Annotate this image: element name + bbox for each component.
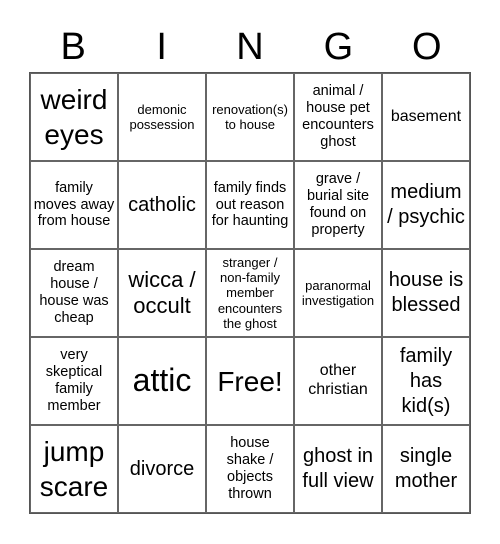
bingo-cell[interactable]: house is blessed <box>382 249 470 337</box>
bingo-cell[interactable]: medium / psychic <box>382 161 470 249</box>
bingo-cell[interactable]: dream house / house was cheap <box>30 249 118 337</box>
header-letter-g: G <box>323 26 354 68</box>
bingo-cell[interactable]: renovation(s) to house <box>206 73 294 161</box>
bingo-cell[interactable]: wicca / occult <box>118 249 206 337</box>
bingo-cell[interactable]: animal / house pet encounters ghost <box>294 73 382 161</box>
header-letter-o: O <box>412 26 442 68</box>
bingo-card: weird eyes demonic possession renovation… <box>29 72 471 514</box>
bingo-cell[interactable]: grave / burial site found on property <box>294 161 382 249</box>
bingo-cell[interactable]: stranger / non-family member encounters … <box>206 249 294 337</box>
bingo-cell[interactable]: family finds out reason for haunting <box>206 161 294 249</box>
header-letter-n: N <box>236 26 264 68</box>
bingo-header: B I N G O <box>29 22 471 72</box>
bingo-cell[interactable]: other christian <box>294 337 382 425</box>
header-letter-i: I <box>156 26 167 68</box>
bingo-cell[interactable]: attic <box>118 337 206 425</box>
bingo-cell[interactable]: demonic possession <box>118 73 206 161</box>
header-letter-b: B <box>60 26 86 68</box>
bingo-cell[interactable]: weird eyes <box>30 73 118 161</box>
bingo-cell[interactable]: single mother <box>382 425 470 513</box>
bingo-cell[interactable]: very skeptical family member <box>30 337 118 425</box>
free-space[interactable]: Free! <box>206 337 294 425</box>
bingo-cell[interactable]: basement <box>382 73 470 161</box>
bingo-cell[interactable]: divorce <box>118 425 206 513</box>
bingo-cell[interactable]: ghost in full view <box>294 425 382 513</box>
bingo-cell[interactable]: catholic <box>118 161 206 249</box>
bingo-cell[interactable]: jump scare <box>30 425 118 513</box>
bingo-cell[interactable]: family moves away from house <box>30 161 118 249</box>
bingo-cell[interactable]: house shake / objects thrown <box>206 425 294 513</box>
bingo-cell[interactable]: paranormal investigation <box>294 249 382 337</box>
bingo-cell[interactable]: family has kid(s) <box>382 337 470 425</box>
